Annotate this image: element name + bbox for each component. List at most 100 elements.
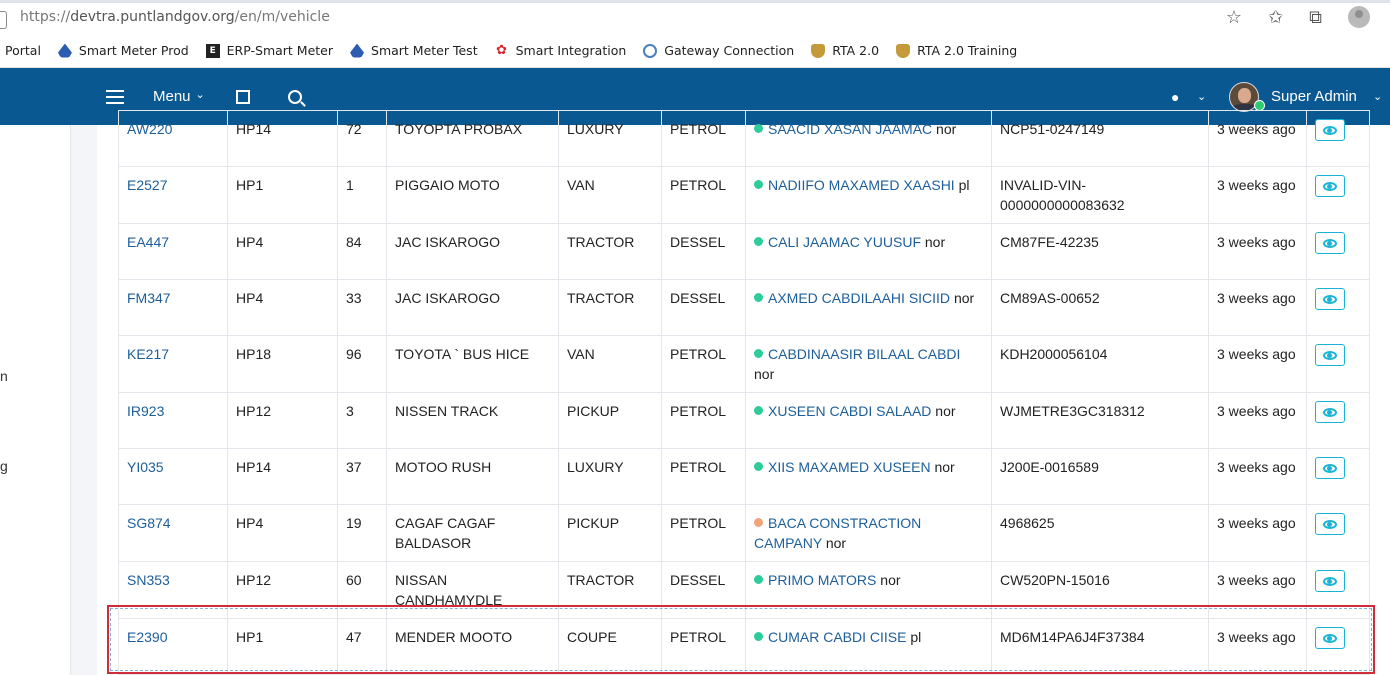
drop-icon — [57, 43, 72, 58]
chevron-down-icon: ⌄ — [195, 89, 205, 101]
menu-label: Menu — [153, 88, 191, 105]
eye-icon — [1323, 350, 1337, 360]
owner-link[interactable]: CALI JAAMAC YUUSUF — [768, 234, 921, 250]
bookmark-item[interactable]: Smart Meter Test — [350, 43, 478, 58]
bookmark-item[interactable]: RTA 2.0 — [811, 43, 879, 58]
owner-link[interactable]: SAACID XASAN JAAMAC — [768, 121, 932, 137]
owner-suffix: nor — [754, 366, 775, 382]
fuel-cell: PETROL — [661, 618, 746, 675]
view-button[interactable] — [1315, 119, 1345, 141]
plate-link[interactable]: FM347 — [118, 279, 228, 336]
bookmark-label: Gateway Connection — [664, 43, 795, 58]
bookmark-item[interactable]: Gateway Connection — [643, 43, 794, 58]
owner-status-dot — [754, 124, 763, 133]
bookmark-label: Portal — [5, 43, 41, 58]
owner-cell: NADIIFO MAXAMED XAASHI pl — [745, 166, 992, 224]
eye-icon — [1323, 294, 1337, 304]
type-cell-text: LUXURY — [567, 121, 624, 137]
plate-link[interactable]: YI035 — [118, 448, 228, 505]
age-cell: 3 weeks ago — [1208, 392, 1307, 449]
plate-link[interactable]: SG874 — [118, 504, 228, 562]
table-row: EA447 HP4 84 JAC ISKAROGO TRACTOR DESSEL CALI … — [118, 223, 1370, 280]
owner-status-dot — [754, 293, 763, 302]
owner-link[interactable]: XIIS MAXAMED XUSEEN — [768, 459, 931, 475]
hp-cell: HP1 — [227, 166, 338, 224]
plate-link-text[interactable]: EA447 — [127, 234, 169, 250]
fuel-cell-text: PETROL — [670, 121, 727, 137]
owner-link[interactable]: NADIIFO MAXAMED XAASHI — [768, 177, 955, 193]
owner-link[interactable]: CABDINAASIR BILAAL CABDI — [768, 346, 960, 362]
action-cell — [1306, 223, 1370, 280]
hp-cell-text: HP4 — [236, 290, 264, 306]
owner-suffix: pl — [910, 629, 922, 645]
collections-icon[interactable]: ⧉ — [1309, 6, 1322, 28]
bookmark-item[interactable]: RTA 2.0 Training — [896, 43, 1017, 58]
gateway-icon — [643, 43, 658, 58]
owner-cell: CALI JAAMAC YUUSUF nor — [745, 223, 992, 280]
plate-link-text[interactable]: KE217 — [127, 346, 169, 362]
plate-link[interactable]: E2390 — [118, 618, 228, 675]
plate-link[interactable]: SN353 — [118, 561, 228, 619]
owner-suffix: nor — [880, 572, 901, 588]
bookmark-item[interactable]: ✿ Smart Integration — [495, 43, 626, 58]
plate-link[interactable]: IR923 — [118, 392, 228, 449]
view-button[interactable] — [1315, 232, 1345, 254]
model-cell-text: TOYOTA ` BUS HICE — [395, 346, 530, 362]
view-button[interactable] — [1315, 457, 1345, 479]
age-cell-text: 3 weeks ago — [1217, 459, 1296, 475]
url-field[interactable]: https://devtra.puntlandgov.org/en/m/vehi… — [20, 9, 330, 25]
plate-link[interactable]: E2527 — [118, 166, 228, 224]
view-button[interactable] — [1315, 175, 1345, 197]
view-button[interactable] — [1315, 401, 1345, 423]
hp-cell: HP1 — [227, 618, 338, 675]
type-cell-text: VAN — [567, 177, 595, 193]
profile-icon[interactable] — [1348, 6, 1370, 28]
vin-cell-text: 4968625 — [1000, 515, 1055, 531]
view-button[interactable] — [1315, 513, 1345, 535]
model-cell: NISSAN CANDHAMYDLE — [386, 561, 559, 619]
plate-link-text[interactable]: SN353 — [127, 572, 170, 588]
seats-cell-text: 60 — [346, 572, 362, 588]
plate-link-text[interactable]: AW220 — [127, 121, 172, 137]
age-cell-text: 3 weeks ago — [1217, 572, 1296, 588]
type-cell: TRACTOR — [558, 561, 662, 619]
bookmark-item[interactable]: Portal — [5, 43, 41, 58]
view-button[interactable] — [1315, 344, 1345, 366]
plate-link-text[interactable]: YI035 — [127, 459, 164, 475]
plate-link-text[interactable]: FM347 — [127, 290, 171, 306]
add-favorite-icon[interactable]: ☆ — [1226, 6, 1242, 28]
view-button[interactable] — [1315, 627, 1345, 649]
vin-cell: 4968625 — [991, 504, 1209, 562]
sidebar-item-label[interactable]: n — [0, 368, 8, 384]
plate-link-text[interactable]: E2527 — [127, 177, 167, 193]
eye-icon — [1323, 463, 1337, 473]
eye-icon — [1323, 576, 1337, 586]
favorites-icon[interactable]: ✩ — [1268, 6, 1283, 28]
hp-cell: HP12 — [227, 561, 338, 619]
owner-cell: CABDINAASIR BILAAL CABDI nor — [745, 335, 992, 393]
plate-link-text[interactable]: IR923 — [127, 403, 164, 419]
vin-cell-text: MD6M14PA6J4F37384 — [1000, 629, 1145, 645]
plate-link-text[interactable]: E2390 — [127, 629, 167, 645]
table-row: E2527 HP1 1 PIGGAIO MOTO VAN PETROL NADIIFO MA… — [118, 166, 1370, 224]
vin-cell: CW520PN-15016 — [991, 561, 1209, 619]
type-cell-text: TRACTOR — [567, 290, 635, 306]
sidebar-item-label[interactable]: g — [0, 458, 8, 474]
plate-link[interactable]: AW220 — [118, 110, 228, 167]
plate-link[interactable]: EA447 — [118, 223, 228, 280]
owner-link[interactable]: XUSEEN CABDI SALAAD — [768, 403, 931, 419]
owner-link[interactable]: CUMAR CABDI CIISE — [768, 629, 906, 645]
action-cell — [1306, 504, 1370, 562]
bookmark-item[interactable]: Smart Meter Prod — [57, 43, 189, 58]
view-button[interactable] — [1315, 570, 1345, 592]
plate-link[interactable]: KE217 — [118, 335, 228, 393]
eye-icon — [1323, 519, 1337, 529]
view-button[interactable] — [1315, 288, 1345, 310]
seats-cell-text: 47 — [346, 629, 362, 645]
chevron-down-icon[interactable]: ⌄ — [1373, 68, 1382, 125]
owner-link[interactable]: PRIMO MATORS — [768, 572, 876, 588]
hp-cell-text: HP4 — [236, 515, 264, 531]
owner-link[interactable]: AXMED CABDILAAHI SICIID — [768, 290, 950, 306]
plate-link-text[interactable]: SG874 — [127, 515, 171, 531]
bookmark-item[interactable]: E ERP-Smart Meter — [205, 43, 333, 58]
